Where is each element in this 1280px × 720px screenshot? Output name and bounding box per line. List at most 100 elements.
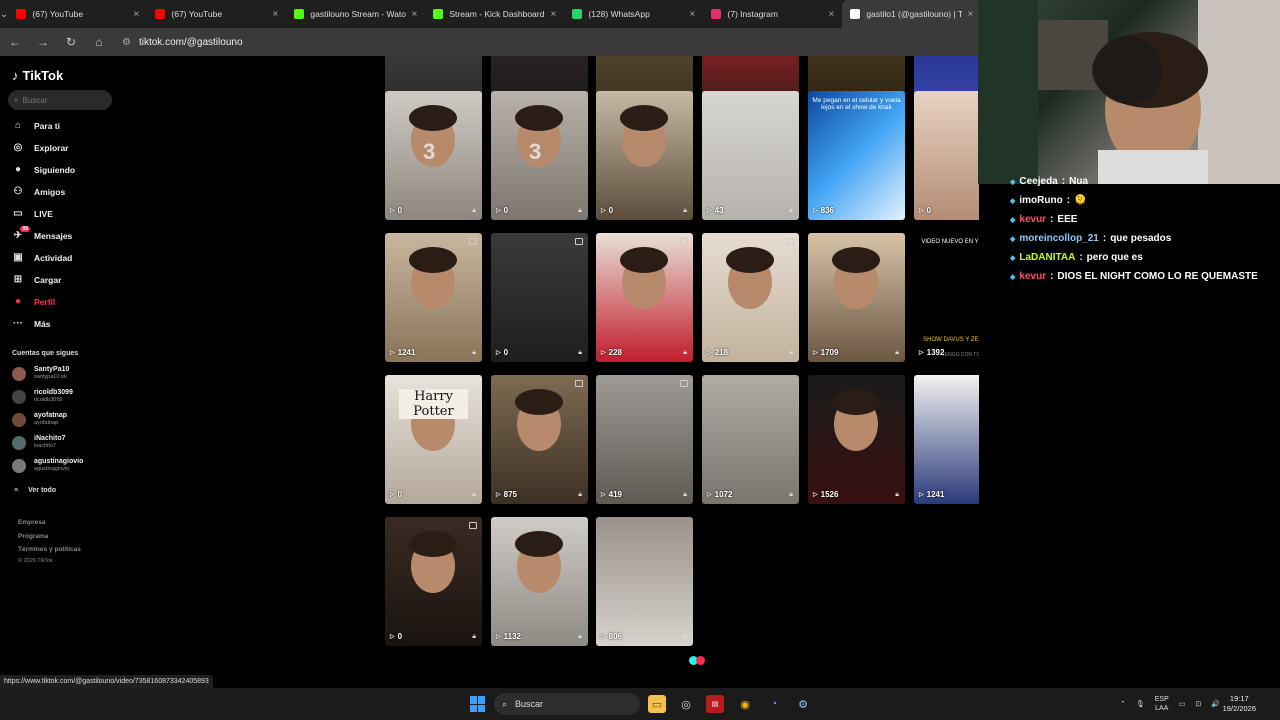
- video-thumbnail[interactable]: ▷0🔒︎: [596, 91, 693, 220]
- chat-message: ◆ moreincollop_21 : que pesados: [1010, 233, 1171, 244]
- clock[interactable]: 19:17 19/2/2026: [1223, 694, 1256, 714]
- tray-expand-icon[interactable]: ⌃: [1120, 700, 1126, 708]
- nav-label: Mensajes: [34, 230, 73, 241]
- tab-favicon-icon: [155, 9, 166, 19]
- video-thumbnail[interactable]: ▷1241🔒︎: [385, 233, 482, 362]
- nav-item-mensajes[interactable]: ✈ 99 Mensajes: [12, 226, 73, 241]
- site-info-icon[interactable]: ⚙: [122, 37, 131, 48]
- microphone-icon[interactable]: 🎙: [1136, 700, 1145, 708]
- nav-item-perfil[interactable]: ● Perfil: [12, 296, 55, 307]
- volume-icon[interactable]: 🔊: [1211, 700, 1220, 708]
- nav-item-live[interactable]: ▭ LIVE: [12, 208, 53, 219]
- lock-icon: 🔒︎: [789, 491, 793, 498]
- avatar: [12, 412, 26, 427]
- video-thumbnail[interactable]: 3 ▷ 0 🔒︎: [385, 91, 482, 220]
- forward-icon[interactable]: →: [36, 35, 50, 49]
- taskbar-search[interactable]: ⌕ Buscar: [494, 693, 640, 715]
- network-icon[interactable]: ⊡: [1195, 700, 1201, 708]
- nav-item-explorar[interactable]: ◎ Explorar: [12, 142, 69, 153]
- video-thumbnail[interactable]: 3 ▷ 0 🔒︎: [491, 91, 588, 220]
- footer-link[interactable]: Términos y políticas: [18, 546, 81, 553]
- video-thumbnail[interactable]: ▷ 1526 🔒︎: [808, 375, 905, 504]
- browser-tab[interactable]: Stream - Kick Dashboard ×: [425, 0, 564, 28]
- following-account[interactable]: iNachito7 inachito7: [12, 435, 66, 450]
- video-thumbnail[interactable]: ▷ 218 🔒︎: [702, 233, 799, 362]
- windows-start-icon[interactable]: [470, 696, 486, 712]
- back-icon[interactable]: ←: [8, 35, 22, 49]
- following-account[interactable]: ricoldb3099 ricoldb3099: [12, 389, 73, 404]
- chat-username[interactable]: kevur: [1019, 271, 1046, 282]
- view-count: ▷ 228: [601, 348, 622, 357]
- chrome-icon[interactable]: ◉: [736, 695, 754, 713]
- video-thumbnail[interactable]: ▷0🔒︎: [914, 91, 979, 220]
- nav-item-amigos[interactable]: ⚇ Amigos: [12, 186, 66, 197]
- search-input[interactable]: [22, 95, 103, 105]
- nav-item-para-ti[interactable]: ⌂ Para ti: [12, 120, 60, 131]
- close-tab-icon[interactable]: ×: [273, 9, 279, 20]
- chat-username[interactable]: moreincollop_21: [1019, 233, 1098, 244]
- browser-tab[interactable]: (67) YouTube ×: [8, 0, 147, 28]
- video-thumbnail[interactable]: ▷ 419 🔒︎: [596, 375, 693, 504]
- close-tab-icon[interactable]: ×: [134, 9, 140, 20]
- footer-link[interactable]: Empresa: [18, 519, 45, 526]
- close-tab-icon[interactable]: ×: [412, 9, 418, 20]
- close-tab-icon[interactable]: ×: [551, 9, 557, 20]
- nav-label: Siguiendo: [34, 164, 76, 175]
- footer-link[interactable]: Programa: [18, 533, 48, 540]
- video-thumbnail[interactable]: ▷ 875 🔒︎: [491, 375, 588, 504]
- video-thumbnail[interactable]: ▷ 806 🔒︎: [596, 517, 693, 646]
- steam-icon[interactable]: ⚙: [794, 695, 812, 713]
- home-icon[interactable]: ⌂: [92, 35, 106, 49]
- video-thumbnail[interactable]: ▷ 228 🔒︎: [596, 233, 693, 362]
- tab-search-chevron-icon[interactable]: ⌄: [0, 0, 8, 28]
- lock-icon: 🔒︎: [895, 207, 899, 214]
- discord-icon[interactable]: ◔: [765, 695, 783, 713]
- news-app-icon[interactable]: ▤: [706, 695, 724, 713]
- nav-item-m-s[interactable]: ··· Más: [12, 318, 51, 329]
- tiktok-logo[interactable]: ♪ TikTok: [12, 68, 63, 83]
- account-handle: ayofatnap: [34, 420, 59, 426]
- video-thumbnail[interactable]: ▷0🔒︎: [385, 517, 482, 646]
- browser-tab[interactable]: (67) YouTube ×: [147, 0, 286, 28]
- video-thumbnail[interactable]: Harry Potter ▷ 0 🔒︎: [385, 375, 482, 504]
- video-thumbnail[interactable]: ▷ 43 🔒︎: [702, 91, 799, 220]
- close-tab-icon[interactable]: ×: [968, 9, 974, 20]
- close-tab-icon[interactable]: ×: [690, 9, 696, 20]
- file-explorer-icon[interactable]: ▭: [648, 695, 666, 713]
- reload-icon[interactable]: ↻: [64, 35, 78, 49]
- browser-tab[interactable]: (7) Instagram ×: [703, 0, 842, 28]
- chat-username[interactable]: imoRuno: [1019, 195, 1062, 206]
- video-thumbnail[interactable]: ▷0🔒︎: [491, 233, 588, 362]
- video-thumbnail[interactable]: ▷ 1072 🔒︎: [702, 375, 799, 504]
- avatar: [12, 366, 26, 381]
- browser-tab[interactable]: gastilouno Stream - Wato ×: [286, 0, 425, 28]
- recorder-icon[interactable]: ◎: [677, 695, 695, 713]
- search-box[interactable]: ⌕: [8, 90, 112, 110]
- nav-item-actividad[interactable]: ▣ Actividad: [12, 252, 72, 263]
- display-icon[interactable]: ▭: [1179, 700, 1186, 708]
- chat-username[interactable]: kevur: [1019, 214, 1046, 225]
- browser-tab[interactable]: gastilo1 (@gastilouno) | T ×: [842, 0, 982, 28]
- video-thumbnail[interactable]: ▷1241🔒︎: [914, 375, 979, 504]
- video-thumbnail[interactable]: Me pegan en el celular y vuela lejos en …: [808, 91, 905, 220]
- video-thumbnail[interactable]: VIDEO NUEVO EN YOUTUBE SHOW DAVUS Y ZEBAL…: [914, 233, 979, 362]
- video-thumbnail[interactable]: ▷ 1132 🔒︎: [491, 517, 588, 646]
- nav-item-siguiendo[interactable]: ● Siguiendo: [12, 164, 75, 175]
- following-account[interactable]: agustinagiovio agustinagiovio: [12, 458, 83, 473]
- see-all-link[interactable]: ≡ Ver todo: [14, 487, 56, 494]
- address-bar[interactable]: ⚙ tiktok.com/@gastilouno: [122, 37, 243, 48]
- view-count-value: 1709: [820, 348, 839, 357]
- tab-favicon-icon: [294, 9, 305, 19]
- browser-tab[interactable]: (128) WhatsApp ×: [564, 0, 703, 28]
- play-icon: ▷: [496, 208, 501, 214]
- chat-username[interactable]: Ceejeda: [1019, 176, 1057, 187]
- play-icon: ▷: [390, 208, 395, 214]
- nav-item-cargar[interactable]: ⊞ Cargar: [12, 274, 62, 285]
- chat-username[interactable]: LaDANITAA: [1019, 252, 1075, 263]
- close-tab-icon[interactable]: ×: [829, 9, 835, 20]
- following-account[interactable]: SantyPa10 santypa10.ok: [12, 366, 69, 381]
- language-indicator[interactable]: ESP LAA: [1155, 695, 1169, 713]
- video-thumbnail[interactable]: ▷ 1709 🔒︎: [808, 233, 905, 362]
- multi-clip-icon: [575, 238, 583, 245]
- following-account[interactable]: ayofatnap ayofatnap: [12, 412, 67, 427]
